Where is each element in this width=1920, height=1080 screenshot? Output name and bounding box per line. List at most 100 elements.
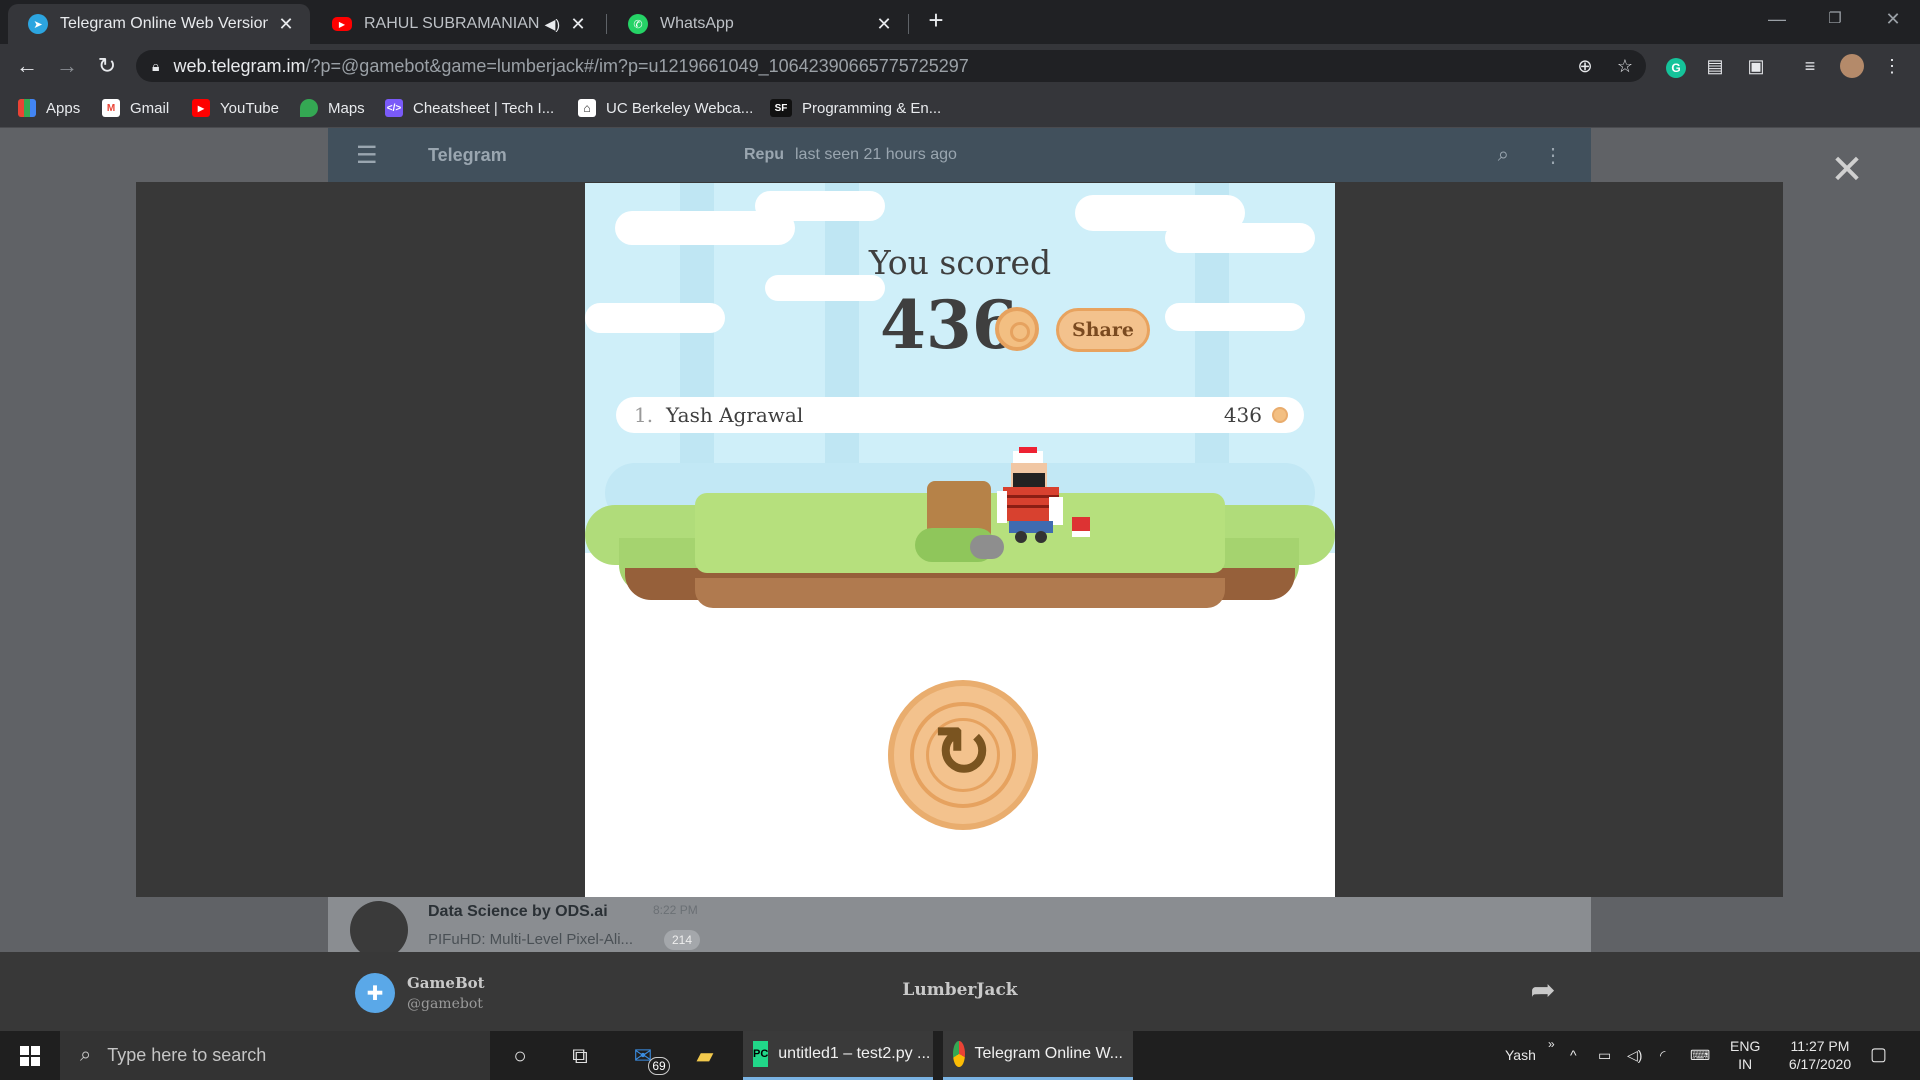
university-icon: ⌂: [578, 99, 596, 117]
search-placeholder: Type here to search: [107, 1045, 267, 1065]
cortana-icon[interactable]: ○: [505, 1041, 535, 1071]
close-window-icon[interactable]: ✕: [1864, 0, 1920, 40]
bookmark-programming[interactable]: SF Programming & En...: [770, 96, 941, 120]
chrome-menu-icon[interactable]: ⋮: [1880, 54, 1904, 78]
bookmark-cheatsheet[interactable]: </> Cheatsheet | Tech I...: [385, 96, 554, 120]
windows-logo-icon: [20, 1045, 40, 1066]
more-options-icon[interactable]: ⋮: [1543, 143, 1563, 168]
axe: [1072, 517, 1090, 537]
minimize-icon[interactable]: —: [1748, 0, 1806, 40]
clock[interactable]: 11:27 PM 6/17/2020: [1772, 1037, 1868, 1073]
forward-share-icon[interactable]: ➦: [1524, 972, 1562, 1010]
wifi-icon[interactable]: ◜: [1660, 1046, 1665, 1064]
back-arrow-icon[interactable]: ←: [13, 52, 41, 80]
taskbar-app-label: untitled1 – test2.py ...: [778, 1045, 931, 1062]
bookmark-apps[interactable]: Apps: [18, 96, 80, 120]
tray-user[interactable]: Yash: [1505, 1046, 1536, 1064]
bookmark-star-icon[interactable]: ☆: [1613, 54, 1637, 78]
region-label: IN: [1738, 1056, 1753, 1072]
leaderboard-score: 436: [1223, 403, 1262, 427]
coin-icon: [1272, 407, 1288, 423]
leaderboard-name: Yash Agrawal: [666, 403, 804, 427]
address-bar[interactable]: 🔒︎ web.telegram.im/?p=@gamebot&game=lumb…: [136, 50, 1646, 82]
language-label: ENG: [1730, 1038, 1761, 1054]
lumberjack-character: [997, 447, 1063, 543]
show-hidden-icons-icon[interactable]: ^: [1570, 1046, 1577, 1064]
close-tab-icon[interactable]: ✕: [568, 14, 588, 35]
volume-icon[interactable]: ◁): [1627, 1046, 1642, 1064]
apps-grid-icon: [18, 99, 36, 117]
search-icon[interactable]: ⌕: [1498, 144, 1509, 167]
tab-title: Telegram Online Web Version: [60, 15, 268, 32]
share-button[interactable]: Share: [1056, 308, 1150, 352]
tab-separator: [606, 14, 607, 34]
new-tab-button[interactable]: +: [922, 6, 950, 34]
unread-badge: 214: [664, 930, 700, 950]
taskbar-app-pycharm[interactable]: PC untitled1 – test2.py ...: [743, 1031, 933, 1080]
leaderboard-rank: 1.: [634, 403, 654, 427]
add-circle-icon[interactable]: ⊕: [1573, 54, 1597, 78]
telegram-brand: Telegram: [428, 144, 507, 165]
bookmark-gmail[interactable]: M Gmail: [102, 96, 169, 120]
whatsapp-icon: ✆: [628, 14, 648, 34]
lock-icon: 🔒︎: [152, 57, 160, 74]
overflow-chevron-icon[interactable]: »: [1548, 1035, 1555, 1053]
media-queue-icon[interactable]: ≡: [1798, 54, 1822, 78]
extension-icon[interactable]: ▤: [1703, 54, 1727, 78]
restore-icon[interactable]: ❐: [1806, 0, 1864, 40]
keyboard-icon[interactable]: ⌨: [1690, 1046, 1710, 1064]
profile-avatar[interactable]: [1840, 54, 1864, 78]
chat-time: 8:22 PM: [653, 903, 698, 917]
task-view-icon[interactable]: ⧉: [565, 1041, 595, 1071]
game-frame[interactable]: You scored 436 Share 1. Yash Agrawal 436: [585, 183, 1335, 897]
code-icon: </>: [385, 99, 403, 117]
bookmark-ucberkeley[interactable]: ⌂ UC Berkeley Webca...: [578, 96, 753, 120]
speaker-icon[interactable]: ◀): [545, 16, 560, 33]
restart-button[interactable]: ↻: [888, 680, 1038, 830]
score-heading: You scored: [868, 243, 1052, 282]
taskbar-search[interactable]: ⌕ Type here to search: [60, 1031, 490, 1080]
chat-preview: PIFuHD: Multi-Level Pixel-Ali...: [428, 931, 634, 948]
battery-icon[interactable]: ▭: [1598, 1046, 1611, 1064]
clock-date: 6/17/2020: [1788, 1056, 1852, 1072]
close-tab-icon[interactable]: ✕: [874, 14, 894, 35]
close-tab-icon[interactable]: ✕: [276, 14, 296, 35]
reload-icon[interactable]: ↻: [93, 52, 121, 80]
chat-list-item[interactable]: Data Science by ODS.ai 8:22 PM PIFuHD: M…: [328, 897, 718, 959]
tab-telegram[interactable]: ➤ Telegram Online Web Version ✕: [8, 4, 310, 44]
windows-taskbar: ⌕ Type here to search ○ ⧉ ✉ 69 ▰ PC unti…: [0, 1031, 1920, 1080]
restart-icon: ↻: [933, 713, 993, 791]
telegram-icon: ➤: [28, 14, 48, 34]
chrome-icon: [953, 1041, 965, 1067]
taskbar-app-chrome[interactable]: Telegram Online W...: [943, 1031, 1133, 1080]
file-explorer-icon[interactable]: ▰: [690, 1041, 720, 1071]
pycharm-icon: PC: [753, 1041, 769, 1067]
windows-start-button[interactable]: [0, 1031, 60, 1080]
maps-icon: [300, 99, 318, 117]
close-game-icon[interactable]: ✕: [1826, 150, 1868, 192]
bookmarks-bar: Apps M Gmail ▶ YouTube Maps </> Cheatsheet …: [0, 88, 1920, 128]
hamburger-menu-icon[interactable]: ☰: [356, 141, 378, 170]
chat-name: Data Science by ODS.ai: [428, 903, 608, 920]
mail-badge: 69: [648, 1057, 670, 1075]
browser-tab-strip: ➤ Telegram Online Web Version ✕ ▶ RAHUL …: [0, 0, 1920, 44]
forward-arrow-icon[interactable]: →: [53, 52, 81, 80]
screenshot-extension-icon[interactable]: ▣: [1744, 54, 1768, 78]
url-text[interactable]: web.telegram.im/?p=@gamebot&game=lumberj…: [173, 56, 968, 77]
peer-name[interactable]: Repu: [744, 146, 784, 164]
dirt: [695, 578, 1225, 608]
tab-whatsapp[interactable]: ✆ WhatsApp ✕: [608, 4, 908, 44]
browser-toolbar: ← → ↻ 🔒︎ web.telegram.im/?p=@gamebot&gam…: [0, 44, 1920, 88]
bookmark-maps[interactable]: Maps: [300, 96, 365, 120]
bookmark-youtube[interactable]: ▶ YouTube: [192, 96, 279, 120]
game-footer: ✚ GameBot @gamebot LumberJack ➦: [0, 952, 1920, 1031]
gmail-icon: M: [102, 99, 120, 117]
tab-title: RAHUL SUBRAMANIAN - LIV: [364, 15, 539, 32]
game-title: LumberJack: [902, 980, 1018, 1000]
notifications-icon[interactable]: ▢: [1870, 1045, 1887, 1063]
grammarly-icon[interactable]: G: [1664, 54, 1688, 78]
cloud: [585, 303, 725, 333]
clock-time: 11:27 PM: [1790, 1038, 1850, 1054]
input-language[interactable]: ENG IN: [1730, 1037, 1760, 1073]
tab-youtube[interactable]: ▶ RAHUL SUBRAMANIAN - LIV ◀) ✕: [312, 4, 602, 44]
